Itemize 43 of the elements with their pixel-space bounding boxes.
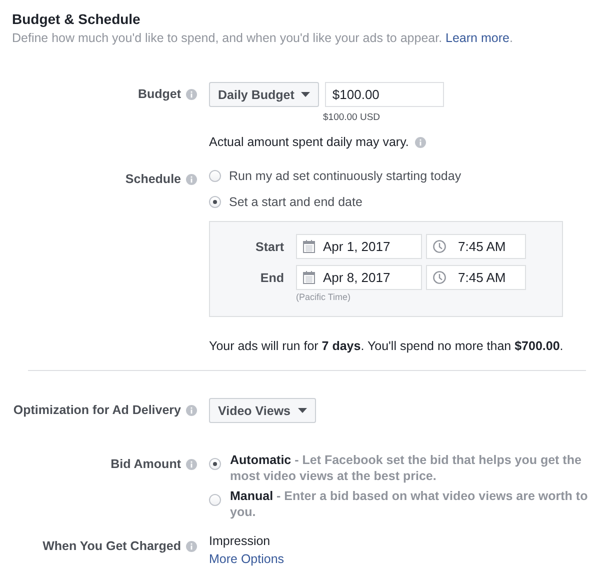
date-field[interactable]: Apr 8, 2017 [296, 265, 422, 290]
date-label: Start [254, 240, 285, 254]
calendar-icon [303, 271, 315, 284]
schedule-summary: Your ads will run for 7 days. You'll spend no more than $700.00. [209, 339, 564, 353]
info-icon [414, 136, 426, 148]
date-label: End [259, 270, 285, 284]
budget-dropdown[interactable]: Daily Budget [209, 82, 320, 107]
more-options-link[interactable]: More Options [209, 552, 284, 566]
radio-button[interactable] [209, 494, 221, 506]
field-label: Schedule [125, 172, 181, 186]
radio-button[interactable] [209, 458, 221, 470]
optimization-dropdown[interactable]: Video Views [209, 398, 316, 423]
info-icon [186, 88, 197, 100]
option-description: Manual - Enter a bid based on what video views are worth to you. [230, 488, 588, 520]
option-label: Set a start and end date [229, 195, 362, 209]
info-icon [186, 404, 197, 416]
radio-button[interactable] [209, 196, 221, 208]
budget-note: Actual amount spent daily may vary. [209, 135, 409, 149]
timezone-note: (Pacific Time) [296, 292, 352, 302]
calendar-icon [303, 240, 315, 253]
time-field[interactable]: 7:45 AM [426, 234, 526, 259]
field-label: When You Get Charged [42, 539, 181, 553]
section-title: Budget & Schedule [12, 10, 142, 28]
date-field[interactable]: Apr 1, 2017 [296, 234, 422, 259]
clock-icon [433, 271, 446, 284]
time-field[interactable]: 7:45 AM [426, 265, 526, 290]
section-description: Define how much you'd like to spend, and when you'd like your ads to appear. Learn more. [12, 30, 514, 46]
budget-field[interactable]: $100.00 [325, 82, 444, 107]
field-label: Bid Amount [110, 457, 181, 471]
charge-value: Impression [209, 533, 272, 550]
caret-icon [301, 92, 310, 97]
field-label: Optimization for Ad Delivery [13, 403, 181, 417]
field-label: Budget [138, 87, 181, 101]
info-icon [186, 540, 197, 552]
option-label: Run my ad set continuously starting today [229, 169, 462, 183]
option-description: Automatic - Let Facebook set the bid that helps you get the most video views at the best price. [230, 452, 582, 484]
learn-more-link[interactable]: Learn more [446, 31, 510, 45]
currency-hint: $100.00 USD [323, 112, 382, 123]
info-icon [186, 174, 197, 184]
radio-button[interactable] [209, 170, 221, 182]
clock-icon [433, 240, 446, 253]
caret-icon [298, 408, 306, 413]
info-icon [186, 458, 197, 470]
